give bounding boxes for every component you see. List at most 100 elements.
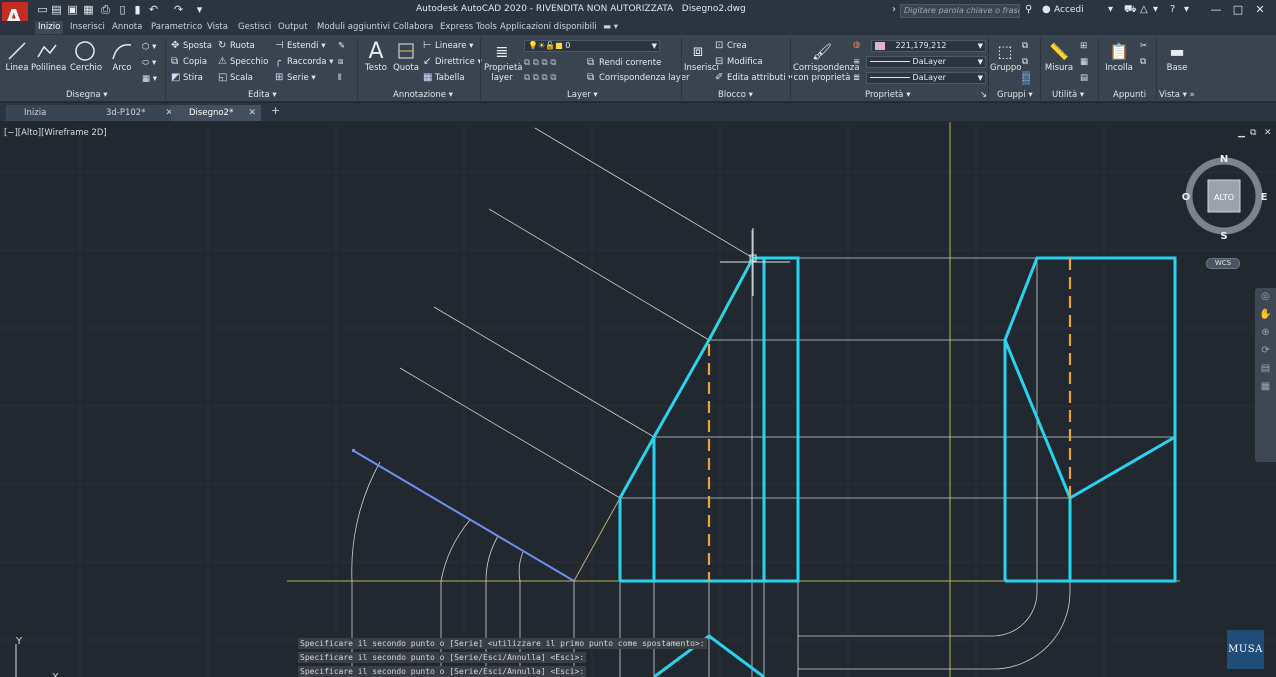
tab-gestisci[interactable]: Gestisci (238, 22, 271, 32)
web-mobile-save-icon[interactable]: ▮ (131, 3, 144, 17)
color-dropdown[interactable]: 221,179,212 ▼ (871, 40, 986, 52)
viewcube-face[interactable]: ALTO (1214, 193, 1234, 202)
plot-icon[interactable]: ⎙ (99, 3, 112, 17)
tab-parametrico[interactable]: Parametrico (151, 22, 202, 32)
erase-icon[interactable]: ✎ (338, 39, 345, 53)
help-chevron-icon[interactable]: ▾ (1184, 3, 1189, 17)
tool-stira[interactable]: ◩ Stira (171, 71, 203, 85)
viewport-close-icon[interactable]: ✕ (1264, 128, 1272, 138)
tool-inserisci-blocco[interactable]: ⧈ Inserisci (684, 39, 719, 73)
doc-tab-3d-p102[interactable]: 3d-P102* ✕ (88, 105, 178, 121)
wcs-menu[interactable]: WCS (1206, 258, 1240, 269)
drawing-canvas[interactable] (0, 122, 1276, 677)
doc-tab-disegno2[interactable]: Disegno2* ✕ (171, 105, 261, 121)
tool-cerchio[interactable]: Cerchio (70, 39, 102, 73)
layer-tools-icons-row1[interactable]: ⧉ ⧉ ⧉ ⧉ (524, 56, 556, 70)
quick-select-icon[interactable]: ⊞ (1080, 39, 1087, 53)
undo-icon[interactable]: ↶ (147, 3, 160, 17)
id-point-icon[interactable]: ▤ (1080, 71, 1088, 85)
compass-west[interactable]: O (1182, 192, 1191, 203)
panel-vista-label[interactable]: Vista ▾ » (1159, 90, 1195, 100)
polygon-tool-icon[interactable]: ⬡ ▾ (142, 40, 156, 54)
panel-edita-label[interactable]: Edita ▾ (248, 90, 277, 100)
tool-tabella[interactable]: ▦ Tabella (423, 71, 465, 85)
orbit-icon[interactable]: ⟳ (1255, 342, 1276, 360)
tool-raccorda[interactable]: ╭ Raccorda ▾ (275, 55, 333, 69)
ellipse-tool-icon[interactable]: ⬭ ▾ (142, 56, 156, 70)
showmotion-icon[interactable]: ▤ (1255, 360, 1276, 378)
viewport-controls-label[interactable]: [−][Alto][Wireframe 2D] (4, 128, 107, 138)
new-file-icon[interactable]: ▭ (36, 3, 49, 17)
viewport-restore-icon[interactable]: ⧉ (1250, 128, 1256, 138)
hatch-tool-icon[interactable]: ▦ ▾ (142, 72, 157, 86)
save-icon[interactable]: ▣ (66, 3, 79, 17)
tool-rendi-corrente[interactable]: ⧉ Rendi corrente (587, 56, 661, 70)
tab-express-tools[interactable]: Express Tools (440, 22, 497, 32)
tool-scala[interactable]: ◱ Scala (218, 71, 253, 85)
properties-dialog-launcher-icon[interactable]: ↘ (980, 90, 987, 100)
panel-annotazione-label[interactable]: Annotazione ▾ (393, 90, 453, 100)
store-cart-icon[interactable]: ⛟ (1124, 3, 1137, 17)
new-tab-plus-icon[interactable]: + (271, 104, 280, 117)
pan-hand-icon[interactable]: ✋ (1255, 306, 1276, 324)
panel-disegna-label[interactable]: Disegna ▾ (66, 90, 108, 100)
viewcube[interactable]: ALTO N S E O (1180, 152, 1268, 240)
cut-icon[interactable]: ✂ (1140, 39, 1147, 53)
tool-direttrice[interactable]: ↙ Direttrice ▾ (423, 55, 482, 69)
drawing-viewport[interactable]: [−][Alto][Wireframe 2D] ▁ ⧉ ✕ ALTO N S E… (0, 122, 1276, 677)
restore-button[interactable]: □ (1230, 2, 1246, 18)
tab-collabora[interactable]: Collabora (393, 22, 433, 32)
panel-layer-label[interactable]: Layer ▾ (567, 90, 598, 100)
open-folder-icon[interactable]: ▤ (50, 3, 63, 17)
explode-icon[interactable]: ⧈ (338, 55, 343, 69)
tool-crea[interactable]: ⊡ Crea (715, 39, 747, 53)
tool-base[interactable]: ▬ Base (1163, 39, 1191, 74)
tab-applicazioni-disponibili[interactable]: Applicazioni disponibili (500, 22, 597, 32)
compass-north[interactable]: N (1220, 154, 1228, 165)
compass-south[interactable]: S (1220, 231, 1227, 240)
tool-copia[interactable]: ⧉ Copia (171, 55, 207, 69)
minimize-button[interactable]: — (1208, 2, 1224, 18)
panel-appunti-label[interactable]: Appunti (1113, 90, 1146, 100)
nav-extra-icon[interactable]: ▦ (1255, 378, 1276, 396)
ungroup-icon[interactable]: ⧉ (1022, 39, 1028, 53)
help-icon[interactable]: ? (1170, 3, 1175, 17)
a360-chevron-icon[interactable]: ▾ (1153, 3, 1158, 17)
doc-tab-inizia[interactable]: Inizia (6, 105, 91, 121)
viewport-minimize-icon[interactable]: ▁ (1238, 128, 1245, 138)
ribbon-toggle-icon[interactable]: ▬ ▾ (603, 22, 618, 32)
offset-icon[interactable]: ⫴ (338, 71, 342, 85)
group-selection-icon[interactable]: ⬚ (1022, 71, 1031, 85)
panel-gruppi-label[interactable]: Gruppi ▾ (997, 90, 1033, 100)
tool-polilinea[interactable]: Polilinea (31, 39, 66, 73)
compass-east[interactable]: E (1261, 192, 1268, 203)
tool-ruota[interactable]: ↻ Ruota (218, 39, 255, 53)
layer-dropdown[interactable]: 💡☀🔓■ 0 ▼ (524, 40, 660, 52)
lineweight-dropdown[interactable]: DaLayer ▼ (866, 72, 986, 84)
binoculars-icon[interactable]: ⚲ (1025, 3, 1032, 17)
tool-linea[interactable]: Linea (5, 39, 29, 73)
layer-tools-icons-row2[interactable]: ⧉ ⧉ ⧉ ⧉ (524, 71, 556, 85)
tool-lineare[interactable]: ⊢ Lineare ▾ (423, 39, 473, 53)
tab-moduli-aggiuntivi[interactable]: Moduli aggiuntivi (317, 22, 390, 32)
zoom-extents-icon[interactable]: ⊕ (1255, 324, 1276, 342)
tab-inizio[interactable]: Inizio (35, 21, 64, 34)
tab-output[interactable]: Output (278, 22, 308, 32)
tab-inserisci[interactable]: Inserisci (70, 22, 105, 32)
web-mobile-open-icon[interactable]: ▯ (116, 3, 129, 17)
tool-sposta[interactable]: ✥ Sposta (171, 39, 212, 53)
user-icon[interactable]: ● (1042, 3, 1051, 17)
tool-gruppo[interactable]: ⬚ Gruppo (990, 39, 1021, 74)
panel-proprieta-label[interactable]: Proprietà ▾ (865, 90, 910, 100)
group-edit-icon[interactable]: ⧉ (1022, 55, 1028, 69)
tool-corrispondenza-layer[interactable]: ⧉ Corrispondenza layer (587, 71, 689, 85)
a360-icon[interactable]: △ (1140, 3, 1148, 17)
tool-serie[interactable]: ⊞ Serie ▾ (275, 71, 316, 85)
linetype-dropdown[interactable]: DaLayer ▼ (866, 56, 986, 68)
right-view-outline[interactable] (1003, 256, 1177, 583)
redo-icon[interactable]: ↷ (172, 3, 185, 17)
tool-specchio[interactable]: ⚠ Specchio (218, 55, 268, 69)
tool-estendi[interactable]: ⊣ Estendi ▾ (275, 39, 325, 53)
tool-incolla[interactable]: 📋 Incolla (1104, 39, 1134, 74)
search-expand-icon[interactable]: › (892, 3, 896, 17)
